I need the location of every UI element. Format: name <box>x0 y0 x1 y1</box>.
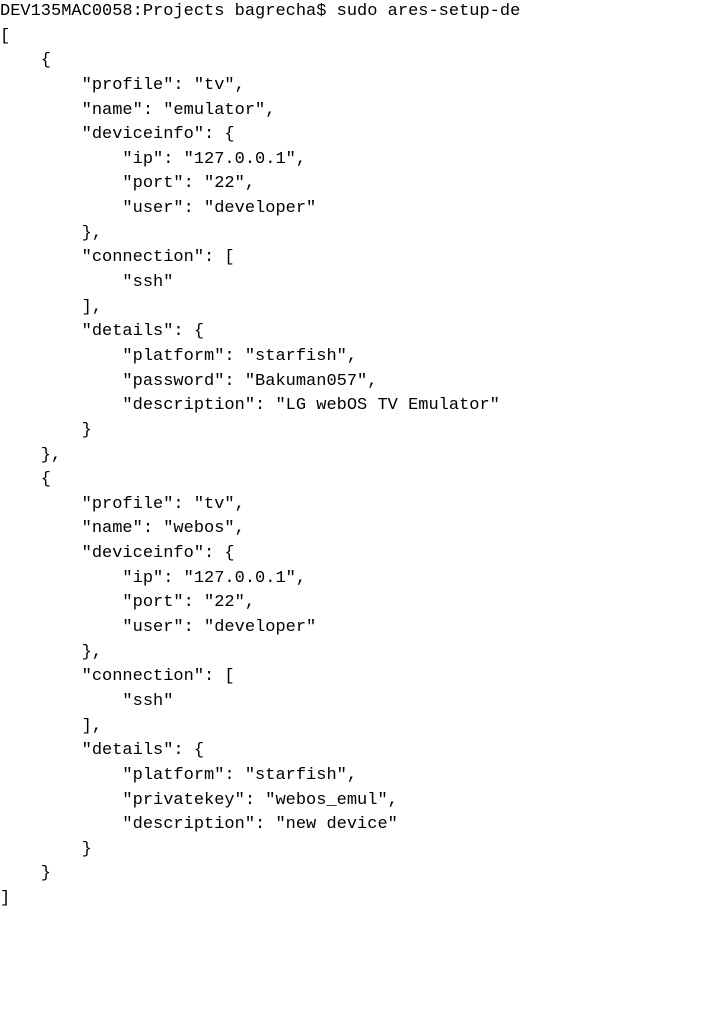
terminal-output[interactable]: DEV135MAC0058:Projects bagrecha$ sudo ar… <box>0 0 716 912</box>
command-output-json: [ { "profile": "tv", "name": "emulator",… <box>0 27 500 908</box>
shell-prompt-line: DEV135MAC0058:Projects bagrecha$ sudo ar… <box>0 2 520 21</box>
